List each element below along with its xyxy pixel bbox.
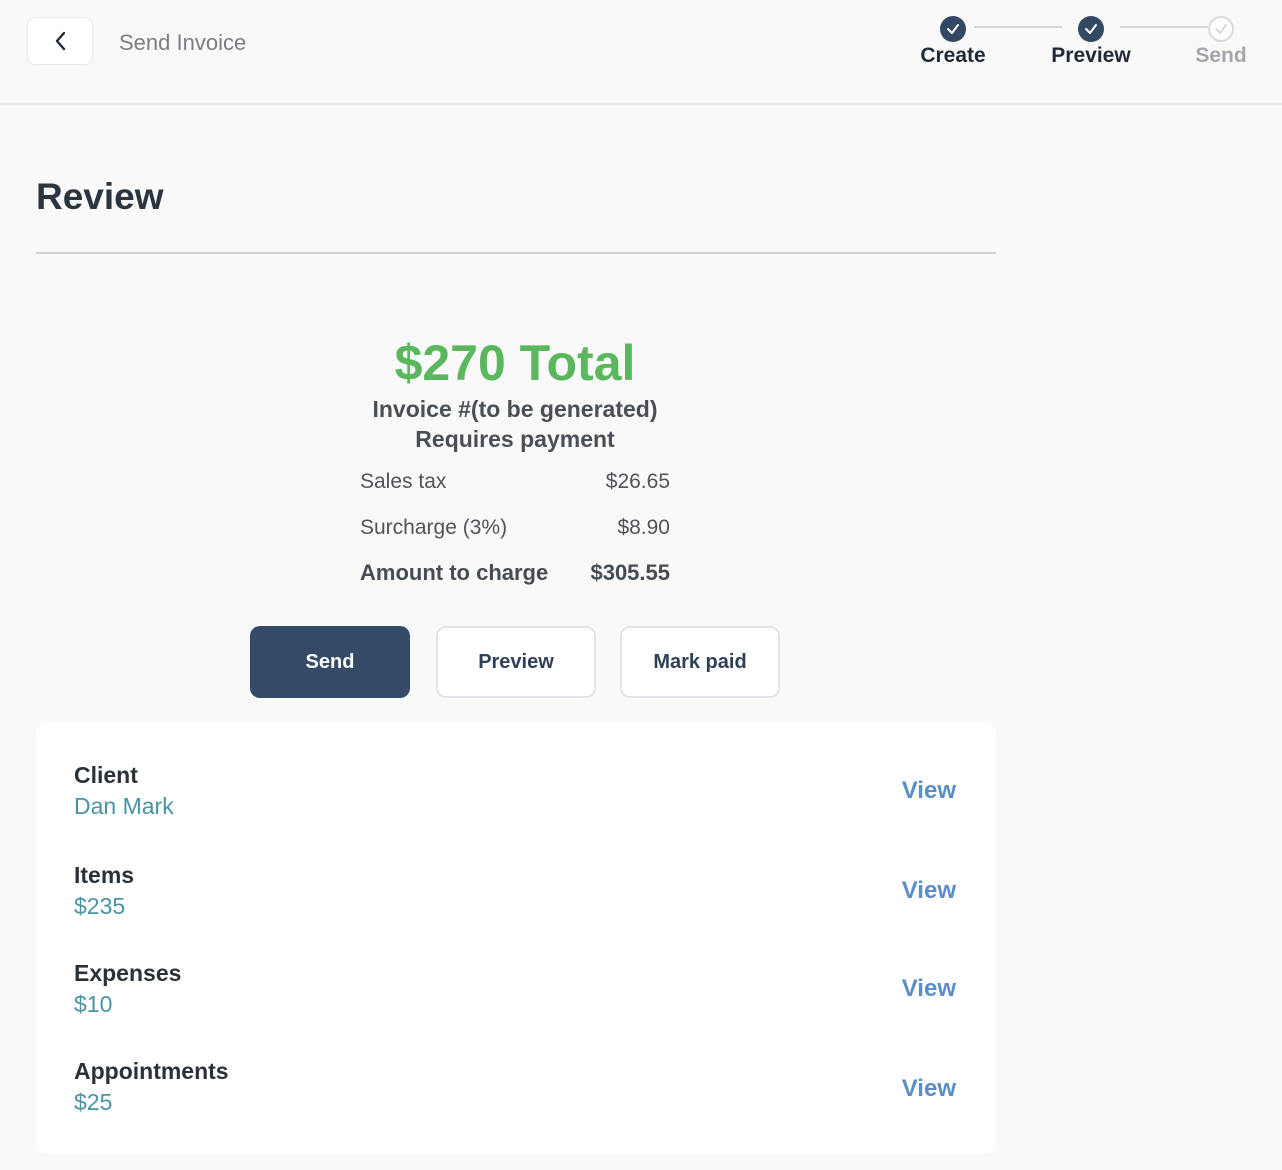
payment-status: Requires payment bbox=[415, 426, 615, 452]
step-send-check-icon bbox=[1208, 16, 1234, 42]
step-send-label: Send bbox=[1195, 44, 1247, 67]
view-items-link[interactable]: View bbox=[902, 877, 956, 905]
summary-label: Surcharge (3%) bbox=[360, 516, 508, 539]
summary-row-sales-tax: Sales tax $26.65 bbox=[360, 470, 670, 494]
detail-row-items: Items $235 View bbox=[36, 862, 996, 942]
summary-row-surcharge: Surcharge (3%) $8.90 bbox=[360, 516, 670, 540]
summary-row-amount-to-charge: Amount to charge $305.55 bbox=[360, 560, 670, 586]
detail-value: $25 bbox=[74, 1089, 113, 1115]
top-bar: Send Invoice Create Preview Send bbox=[0, 0, 1282, 105]
summary-value: $8.90 bbox=[617, 516, 670, 539]
preview-button[interactable]: Preview bbox=[436, 626, 596, 698]
view-client-link[interactable]: View bbox=[902, 777, 956, 805]
summary-label: Sales tax bbox=[360, 470, 447, 493]
page-title: Review bbox=[36, 176, 164, 217]
detail-label: Items bbox=[74, 862, 135, 888]
send-button[interactable]: Send bbox=[250, 626, 410, 698]
detail-row-appointments: Appointments $25 View bbox=[36, 1058, 996, 1138]
invoice-total: $270 Total bbox=[394, 335, 636, 391]
detail-value: $235 bbox=[74, 893, 126, 919]
summary-label: Amount to charge bbox=[360, 560, 549, 585]
step-preview-label[interactable]: Preview bbox=[1031, 44, 1151, 68]
step-preview-check-icon bbox=[1078, 16, 1104, 42]
detail-label: Appointments bbox=[74, 1058, 229, 1084]
step-create-label[interactable]: Create bbox=[893, 44, 1013, 68]
summary-value: $26.65 bbox=[605, 470, 670, 493]
detail-row-client: Client Dan Mark View bbox=[36, 762, 996, 842]
invoice-number: Invoice #(to be generated) bbox=[372, 396, 658, 422]
step-connector bbox=[1120, 26, 1208, 28]
detail-value: Dan Mark bbox=[74, 793, 174, 819]
invoice-details-card: Client Dan Mark View Items $235 View Exp… bbox=[36, 722, 996, 1154]
step-connector bbox=[974, 26, 1062, 28]
progress-stepper: Create Preview Send bbox=[0, 0, 1282, 100]
step-create-check-icon bbox=[940, 16, 966, 42]
mark-paid-button[interactable]: Mark paid bbox=[620, 626, 780, 698]
detail-row-expenses: Expenses $10 View bbox=[36, 960, 996, 1040]
view-appointments-link[interactable]: View bbox=[902, 1075, 956, 1103]
summary-value: $305.55 bbox=[590, 560, 670, 585]
divider bbox=[36, 252, 996, 254]
view-expenses-link[interactable]: View bbox=[902, 975, 956, 1003]
detail-label: Expenses bbox=[74, 960, 182, 986]
detail-value: $10 bbox=[74, 991, 113, 1017]
detail-label: Client bbox=[74, 762, 138, 788]
